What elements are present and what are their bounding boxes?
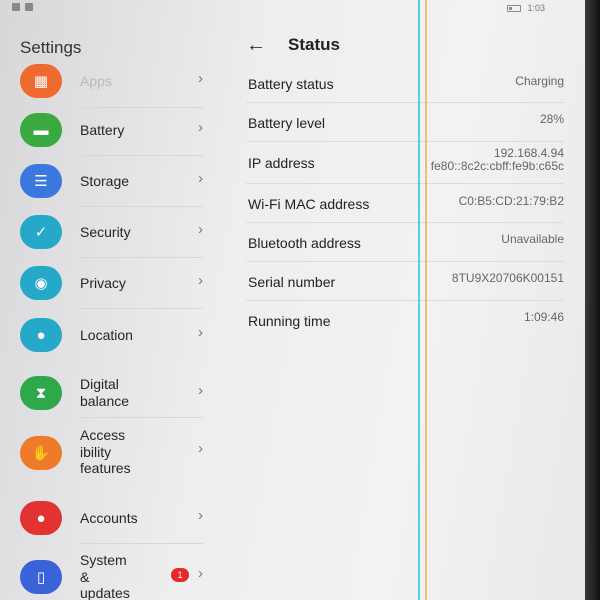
device-bezel	[585, 0, 600, 600]
phone-settings-icon: ▯	[20, 560, 62, 594]
menu-item-privacy[interactable]: ◉ Privacy ›	[0, 257, 225, 309]
menu-item-apps[interactable]: ▦ Apps ›	[0, 56, 225, 108]
status-row-wifi-mac: Wi-Fi MAC address C0:B5:CD:21:79:B2	[246, 184, 564, 223]
menu-item-location[interactable]: ● Location ›	[0, 308, 225, 364]
chevron-right-icon: ›	[198, 565, 203, 582]
screen-artifact-line	[418, 0, 420, 600]
page-title: Status	[288, 35, 340, 54]
shield-icon: ✓	[20, 215, 62, 249]
menu-item-storage[interactable]: ☰ Storage ›	[0, 155, 225, 207]
menu-item-battery[interactable]: ▬ Battery ›	[0, 104, 225, 156]
status-row-battery-status: Battery status Charging	[246, 64, 564, 103]
chevron-right-icon: ›	[198, 221, 203, 238]
chevron-right-icon: ›	[198, 382, 203, 399]
settings-menu: Settings ▦ Apps › ▬ Battery › ☰ Storage …	[0, 0, 225, 600]
menu-item-accounts[interactable]: ● Accounts ›	[0, 492, 225, 544]
status-row-bluetooth: Bluetooth address Unavailable	[246, 223, 564, 262]
device-screen: 1:03 Settings ▦ Apps › ▬ Battery › ☰ Sto…	[0, 0, 585, 600]
chevron-right-icon: ›	[198, 70, 203, 87]
screen-artifact-line	[425, 0, 427, 600]
menu-item-security[interactable]: ✓ Security ›	[0, 206, 225, 258]
chevron-right-icon: ›	[198, 324, 203, 341]
menu-item-digital-balance[interactable]: ⧗ Digital balance ›	[0, 368, 225, 418]
update-badge: 1	[171, 568, 189, 582]
apps-icon: ▦	[20, 64, 62, 98]
battery-icon: ▬	[20, 113, 62, 147]
location-icon: ●	[20, 318, 62, 352]
status-pane: ← Status Battery status Charging Battery…	[228, 0, 585, 600]
status-row-running-time: Running time 1:09:46	[248, 310, 564, 330]
privacy-icon: ◉	[20, 266, 62, 300]
hourglass-icon: ⧗	[20, 376, 62, 410]
status-row-ip-address: IP address 192.168.4.94 fe80::8c2c:cbff:…	[246, 142, 564, 184]
menu-item-accessibility[interactable]: ✋ Access ibility features ›	[0, 418, 225, 490]
hand-icon: ✋	[20, 436, 62, 470]
chevron-right-icon: ›	[198, 170, 203, 187]
settings-title: Settings	[20, 38, 82, 57]
chevron-right-icon: ›	[198, 440, 203, 457]
chevron-right-icon: ›	[198, 507, 203, 524]
storage-icon: ☰	[20, 164, 62, 198]
status-row-battery-level: Battery level 28%	[246, 103, 564, 142]
account-icon: ●	[20, 501, 62, 535]
chevron-right-icon: ›	[198, 119, 203, 136]
back-arrow-icon[interactable]: ←	[246, 34, 266, 57]
status-row-serial-number: Serial number 8TU9X20706K00151	[246, 262, 564, 301]
chevron-right-icon: ›	[198, 272, 203, 289]
menu-item-system-updates[interactable]: ▯ System & updates 1 ›	[0, 544, 225, 600]
